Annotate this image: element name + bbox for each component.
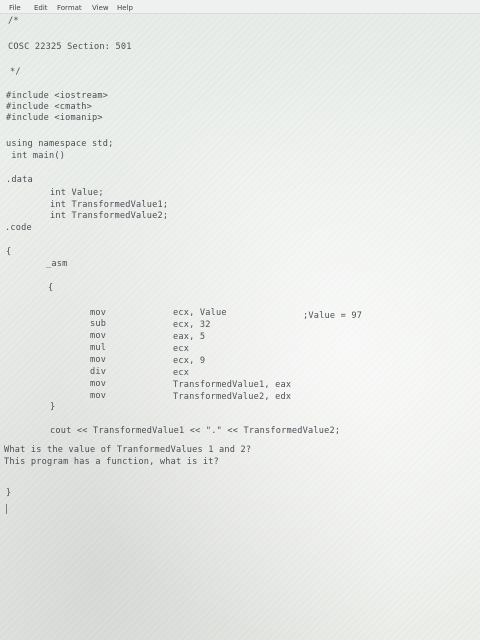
text-editor-area[interactable]: /* COSC 22325 Section: 501 */ #include <… [0,14,480,640]
asm-args: ecx [173,368,190,378]
code-line: { [6,247,12,257]
code-line: cout << TransformedValue1 << "." << Tran… [50,426,341,436]
asm-args: ecx [173,344,190,354]
menu-file[interactable]: File [9,4,21,12]
asm-op: sub [90,319,107,329]
menu-format[interactable]: Format [57,4,82,12]
asm-op: mul [90,343,107,353]
code-line: #include <cmath> [6,102,92,112]
code-line: .code [5,223,32,233]
code-line: #include <iostream> [6,91,109,101]
code-line: using namespace std; [6,139,114,149]
asm-op: mov [90,391,107,401]
asm-op: div [90,367,107,377]
code-line: What is the value of TranformedValues 1 … [4,445,252,455]
asm-op: mov [90,379,107,389]
menu-edit[interactable]: Edit [34,4,48,12]
asm-args: eax, 5 [173,332,206,342]
asm-comment: ;Value = 97 [303,311,363,321]
code-line: } [6,488,12,498]
asm-op: mov [90,355,107,365]
asm-op: mov [90,331,107,341]
menu-help[interactable]: Help [117,4,133,12]
code-line: COSC 22325 Section: 501 [8,42,132,52]
editor-screen: File Edit Format View Help /* COSC 22325… [0,0,480,640]
code-line: { [48,283,54,293]
asm-args: ecx, Value [173,308,227,318]
menu-bar: File Edit Format View Help [0,0,480,14]
code-line: _asm [46,259,68,269]
code-line: #include <iomanip> [6,113,103,123]
code-line: int TransformedValue2; [50,211,169,221]
code-line: This program has a function, what is it? [4,457,219,467]
text-cursor [6,504,7,514]
code-line: /* [8,16,19,26]
code-line: int TransformedValue1; [50,200,169,210]
asm-args: ecx, 9 [173,356,206,366]
code-line: int Value; [50,188,104,198]
menu-view[interactable]: View [92,4,109,12]
code-line: */ [10,67,21,77]
code-line: .data [6,175,33,185]
asm-args: TransformedValue1, eax [173,380,292,390]
code-line: } [50,402,56,412]
asm-args: TransformedValue2, edx [173,392,292,402]
asm-op: mov [90,308,107,318]
code-line: int main() [6,151,66,161]
asm-args: ecx, 32 [173,320,211,330]
